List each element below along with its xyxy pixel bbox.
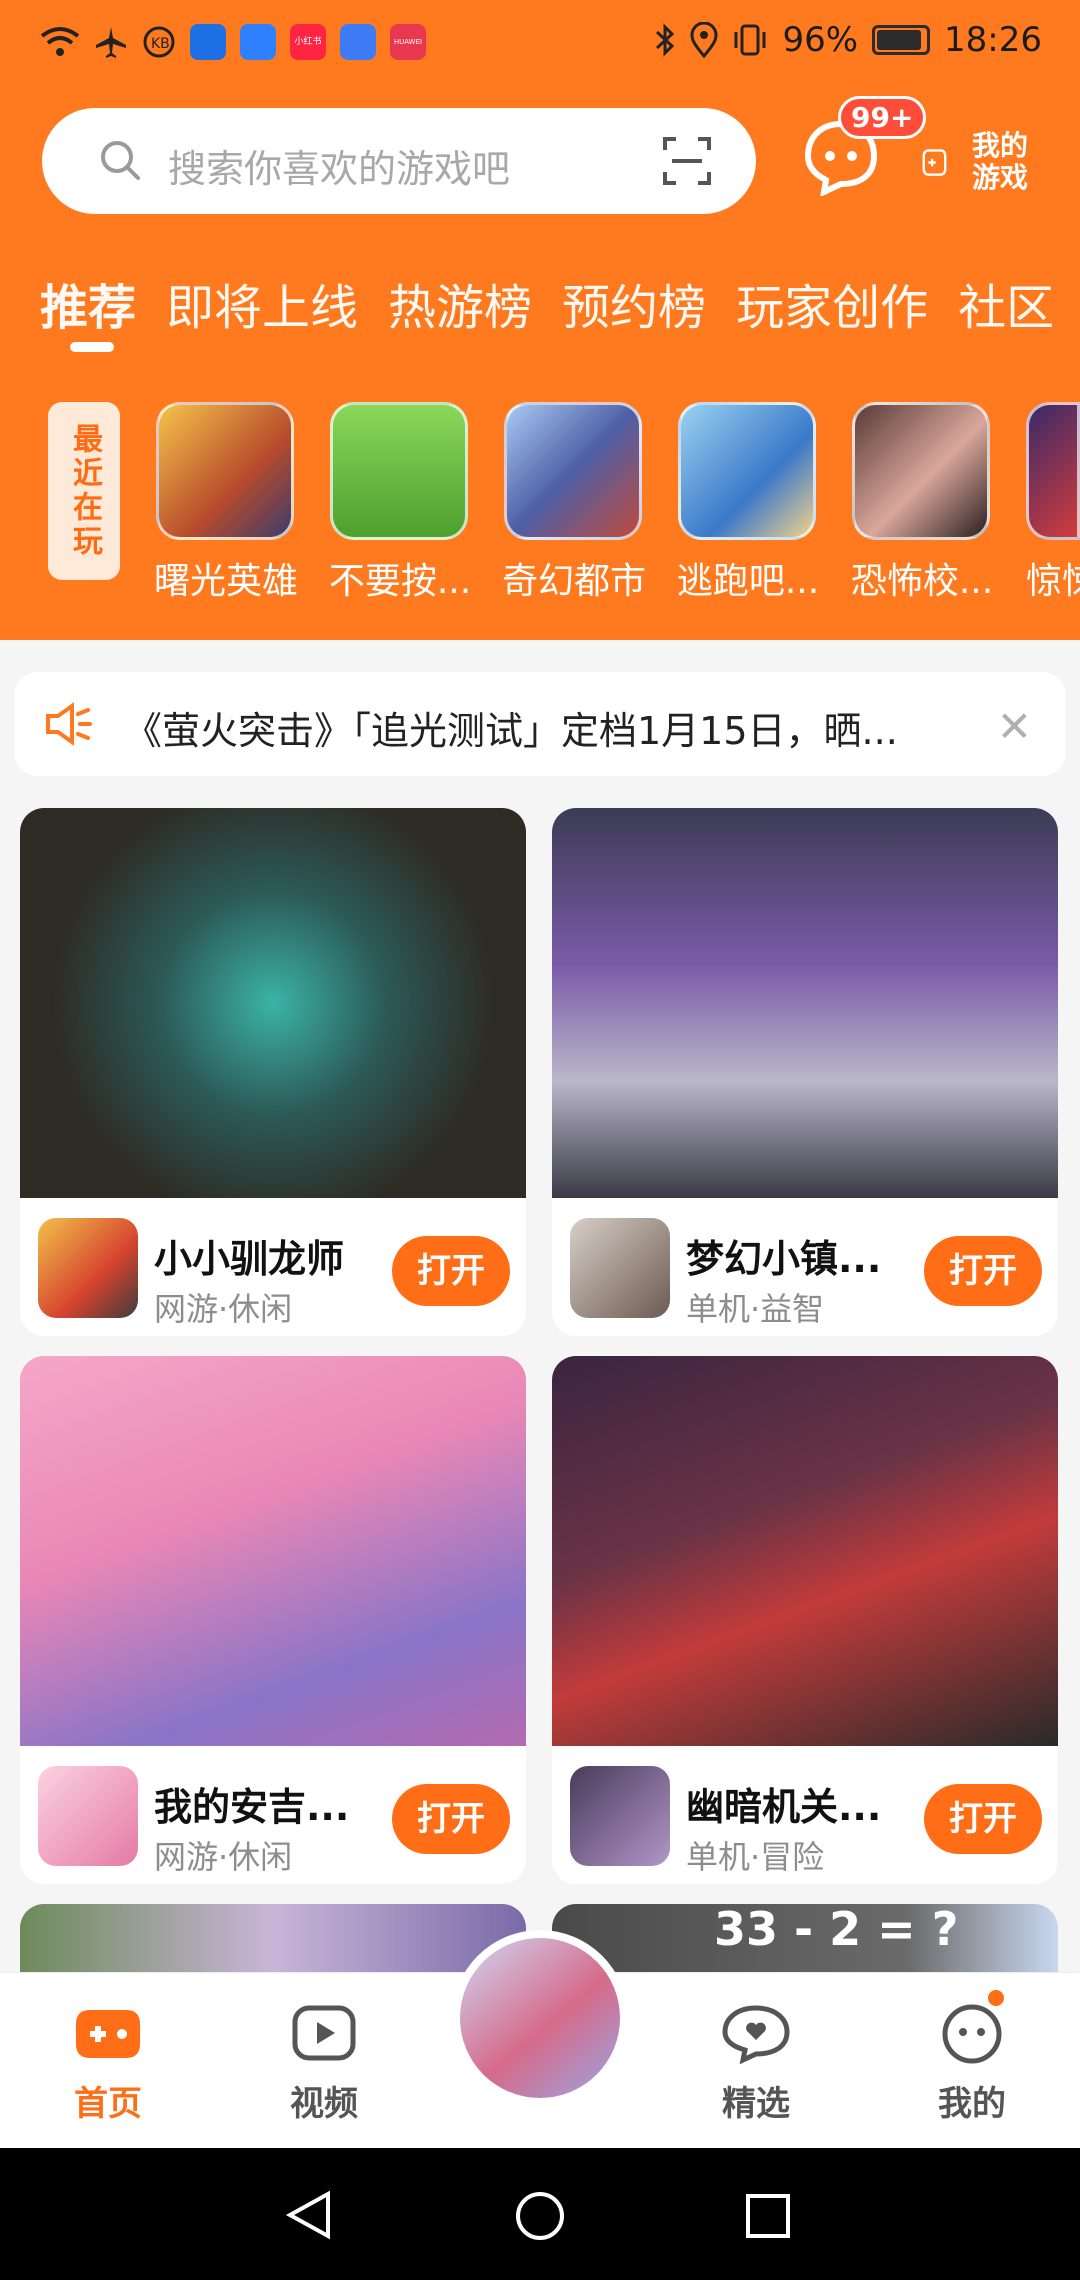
recents-icon[interactable] bbox=[744, 2192, 792, 2240]
game-thumbnail bbox=[156, 402, 294, 540]
game-artwork bbox=[20, 1356, 526, 1746]
game-card[interactable]: 小小驯龙师 网游·休闲 打开 bbox=[20, 808, 526, 1336]
my-games-icon[interactable] bbox=[920, 128, 976, 198]
message-badge: 99+ bbox=[838, 96, 927, 139]
game-icon bbox=[38, 1218, 138, 1318]
game-thumbnail bbox=[678, 402, 816, 540]
game-title: 小小驯龙师 bbox=[154, 1237, 345, 1281]
status-bar: KB 小红书 HUAWEI 96% 18:26 bbox=[0, 0, 1080, 90]
vibrate-icon bbox=[734, 24, 766, 56]
announcement-text: 《萤火突击》「追光测试」定档1月15日，晒... bbox=[124, 709, 898, 753]
game-tags: 网游·休闲 bbox=[154, 1838, 293, 1876]
nav-home[interactable]: 首页 bbox=[48, 2002, 168, 2125]
game-icon bbox=[38, 1766, 138, 1866]
game-title: 我的安吉... bbox=[154, 1785, 350, 1829]
tab-community[interactable]: 社区 bbox=[958, 268, 1054, 338]
scan-icon[interactable] bbox=[662, 136, 712, 186]
game-thumbnail bbox=[330, 402, 468, 540]
shield-app-icon bbox=[190, 24, 226, 60]
open-button[interactable]: 打开 bbox=[392, 1236, 510, 1306]
search-bar[interactable]: 搜索你喜欢的游戏吧 bbox=[42, 108, 756, 214]
tab-upcoming[interactable]: 即将上线 bbox=[166, 268, 358, 338]
tab-reservation[interactable]: 预约榜 bbox=[562, 268, 706, 338]
recent-played-label: 最近在玩 bbox=[48, 402, 120, 580]
open-button[interactable]: 打开 bbox=[924, 1236, 1042, 1306]
xiaohongshu-app-icon: 小红书 bbox=[290, 24, 326, 60]
system-nav-bar bbox=[0, 2148, 1080, 2280]
game-tags: 单机·冒险 bbox=[686, 1838, 825, 1876]
my-games-label[interactable]: 我的 游戏 bbox=[972, 130, 1028, 194]
search-icon bbox=[101, 141, 140, 180]
character-avatar bbox=[460, 1938, 620, 2098]
music-app-icon bbox=[340, 24, 376, 60]
gamepad-icon bbox=[76, 2010, 140, 2058]
game-card-partial[interactable] bbox=[20, 1904, 526, 1972]
math-puzzle-text: 33 - 2 = ? bbox=[714, 1902, 959, 1956]
game-icon bbox=[570, 1766, 670, 1866]
recent-game[interactable]: 不要按... bbox=[329, 402, 471, 604]
baidu-app-icon bbox=[240, 24, 276, 60]
battery-icon bbox=[872, 25, 931, 55]
recent-game[interactable]: 逃跑吧... bbox=[677, 402, 819, 604]
home-icon[interactable] bbox=[514, 2190, 566, 2242]
tab-recommend[interactable]: 推荐 bbox=[40, 268, 136, 338]
game-icon bbox=[570, 1218, 670, 1318]
game-card[interactable]: 梦幻小镇... 单机·益智 打开 bbox=[552, 808, 1058, 1336]
announcement-bar[interactable]: 《萤火突击》「追光测试」定档1月15日，晒... ✕ bbox=[14, 672, 1066, 776]
nav-mine[interactable]: 我的 bbox=[912, 2002, 1032, 2125]
battery-percent: 96% bbox=[782, 20, 859, 60]
data-saver-icon: KB bbox=[143, 26, 175, 58]
profile-face-icon bbox=[942, 2004, 1002, 2064]
tab-hot[interactable]: 热游榜 bbox=[388, 268, 532, 338]
game-artwork bbox=[20, 808, 526, 1198]
game-title: 梦幻小镇... bbox=[686, 1237, 882, 1281]
game-card[interactable]: 幽暗机关... 单机·冒险 打开 bbox=[552, 1356, 1058, 1884]
svg-text:KB: KB bbox=[151, 36, 170, 52]
recent-game[interactable]: 恐怖校... bbox=[851, 402, 993, 604]
game-thumbnail bbox=[852, 402, 990, 540]
back-icon[interactable] bbox=[284, 2190, 334, 2240]
video-play-icon bbox=[292, 2005, 356, 2061]
open-button[interactable]: 打开 bbox=[392, 1784, 510, 1854]
game-card[interactable]: 我的安吉... 网游·休闲 打开 bbox=[20, 1356, 526, 1884]
game-thumbnail bbox=[1026, 402, 1080, 540]
game-thumbnail bbox=[504, 402, 642, 540]
game-tags: 单机·益智 bbox=[686, 1290, 825, 1328]
category-tabs: 推荐 即将上线 热游榜 预约榜 玩家创作 社区 bbox=[40, 268, 1054, 338]
clock: 18:26 bbox=[944, 20, 1042, 60]
game-tags: 网游·休闲 bbox=[154, 1290, 293, 1328]
wifi-icon bbox=[40, 27, 80, 56]
heart-chat-icon bbox=[722, 2005, 790, 2065]
recent-game[interactable]: 奇幻都市 bbox=[502, 402, 646, 604]
huawei-app-icon: HUAWEI bbox=[390, 24, 426, 60]
search-placeholder: 搜索你喜欢的游戏吧 bbox=[168, 147, 511, 191]
nav-featured[interactable]: 精选 bbox=[696, 2002, 816, 2125]
open-button[interactable]: 打开 bbox=[924, 1784, 1042, 1854]
game-artwork bbox=[552, 808, 1058, 1198]
bluetooth-icon bbox=[656, 23, 675, 57]
recent-game[interactable]: 曙光英雄 bbox=[154, 402, 298, 604]
speaker-icon bbox=[46, 702, 92, 746]
game-title: 幽暗机关... bbox=[686, 1785, 882, 1829]
close-icon[interactable]: ✕ bbox=[997, 702, 1032, 751]
location-icon bbox=[690, 22, 718, 58]
nav-video[interactable]: 视频 bbox=[264, 2002, 384, 2125]
game-artwork bbox=[552, 1356, 1058, 1746]
center-avatar-button[interactable] bbox=[452, 1930, 628, 2106]
tab-creations[interactable]: 玩家创作 bbox=[736, 268, 928, 338]
airplane-icon bbox=[96, 27, 126, 58]
tab-indicator bbox=[70, 342, 114, 352]
notification-dot bbox=[988, 1990, 1004, 2006]
recent-game[interactable]: 惊悚 bbox=[1026, 402, 1080, 604]
